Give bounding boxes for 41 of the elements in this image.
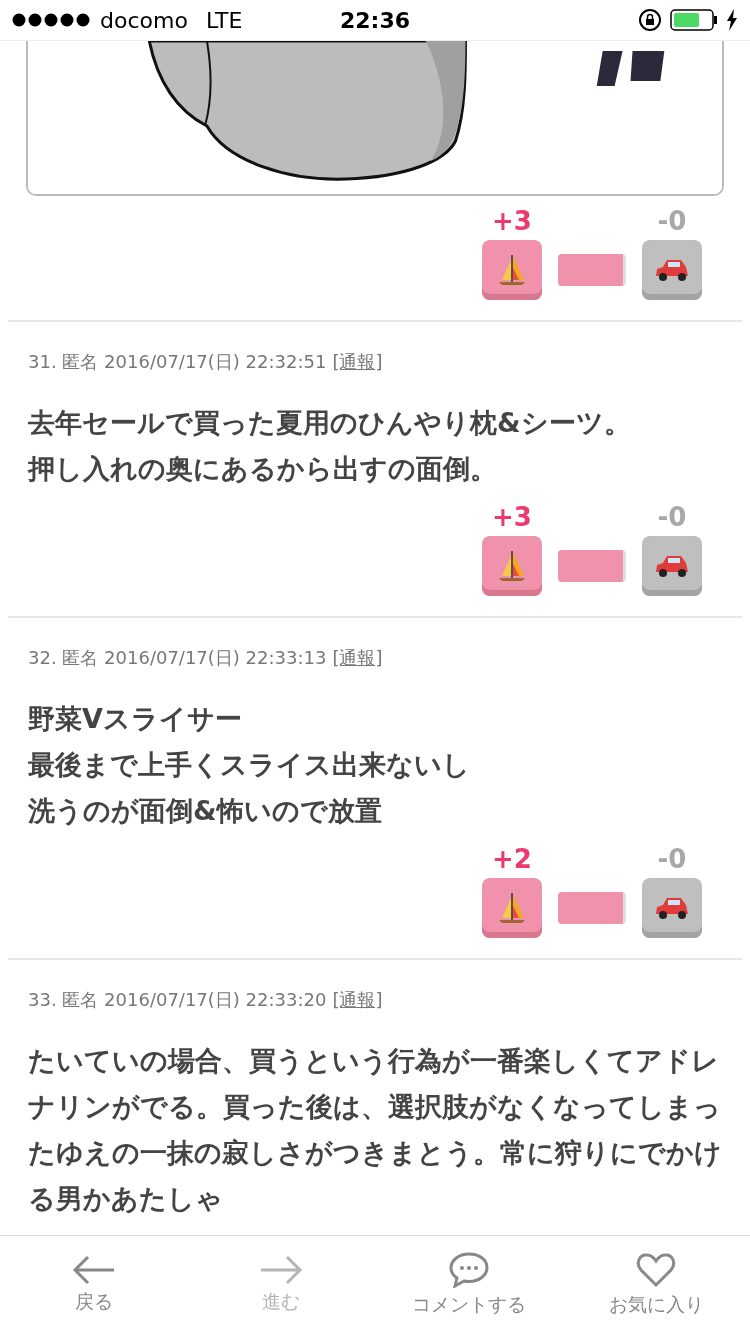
comment-info: 33. 匿名 2016/07/17(日) 22:33:20	[28, 988, 327, 1012]
network-type: LTE	[205, 7, 243, 33]
vote-ratio-bar	[558, 254, 626, 286]
vote-ratio-bar	[558, 892, 626, 924]
speech-bubble-icon	[448, 1252, 489, 1288]
back-button[interactable]: 戻る	[18, 1255, 169, 1315]
minus-vote-button[interactable]	[642, 536, 702, 596]
report-link[interactable]: [通報]	[332, 646, 383, 670]
plus-vote-button[interactable]	[482, 240, 542, 300]
report-link[interactable]: [通報]	[332, 350, 383, 374]
report-link[interactable]: [通報]	[332, 988, 383, 1012]
vote-ratio-bar	[558, 550, 626, 582]
comment-button[interactable]: コメントする	[393, 1252, 544, 1318]
favorite-button[interactable]: お気に入り	[581, 1252, 732, 1318]
comment-text: 最後まで上手くスライス出来ないし	[28, 748, 471, 782]
comment-text: たいていの場合、買うという行為が一番楽しくてアドレナリンがでる。買った後は、選択肢がなくなってしまったゆえの一抹の寂しさがつきまとう。常に狩りにでかける男かあたしゃ	[28, 1044, 722, 1216]
signal-icon	[12, 13, 92, 27]
rotation-lock-icon	[638, 8, 662, 32]
comment-text: 洗うのが面倒&怖いので放置	[28, 794, 383, 828]
charging-bolt-icon	[726, 9, 738, 31]
minus-vote-button[interactable]	[642, 878, 702, 938]
minus-count: -0	[657, 502, 687, 532]
comment-text: 去年セールで買った夏用のひんやり枕&シーツ。	[28, 406, 632, 440]
plus-count: +3	[492, 502, 532, 532]
plus-vote-button[interactable]	[482, 878, 542, 938]
comment-info: 31. 匿名 2016/07/17(日) 22:32:51	[28, 350, 327, 374]
minus-count: -0	[657, 844, 687, 874]
plus-count: +3	[492, 206, 532, 236]
plus-vote-button[interactable]	[482, 536, 542, 596]
plus-count: +2	[492, 844, 532, 874]
carrier-name: docomo	[100, 7, 188, 33]
back-arrow-icon	[71, 1255, 116, 1285]
battery-icon	[670, 9, 718, 31]
minus-vote-button[interactable]	[642, 240, 702, 300]
forward-arrow-icon	[259, 1255, 304, 1285]
comment-info: 32. 匿名 2016/07/17(日) 22:33:13	[28, 646, 327, 670]
comment-text: 野菜Vスライサー	[28, 702, 243, 736]
heart-icon	[636, 1252, 677, 1288]
clock: 22:36	[340, 7, 410, 33]
comment-text: 押し入れの奥にあるから出すの面倒。	[28, 452, 498, 486]
minus-count: -0	[657, 206, 687, 236]
